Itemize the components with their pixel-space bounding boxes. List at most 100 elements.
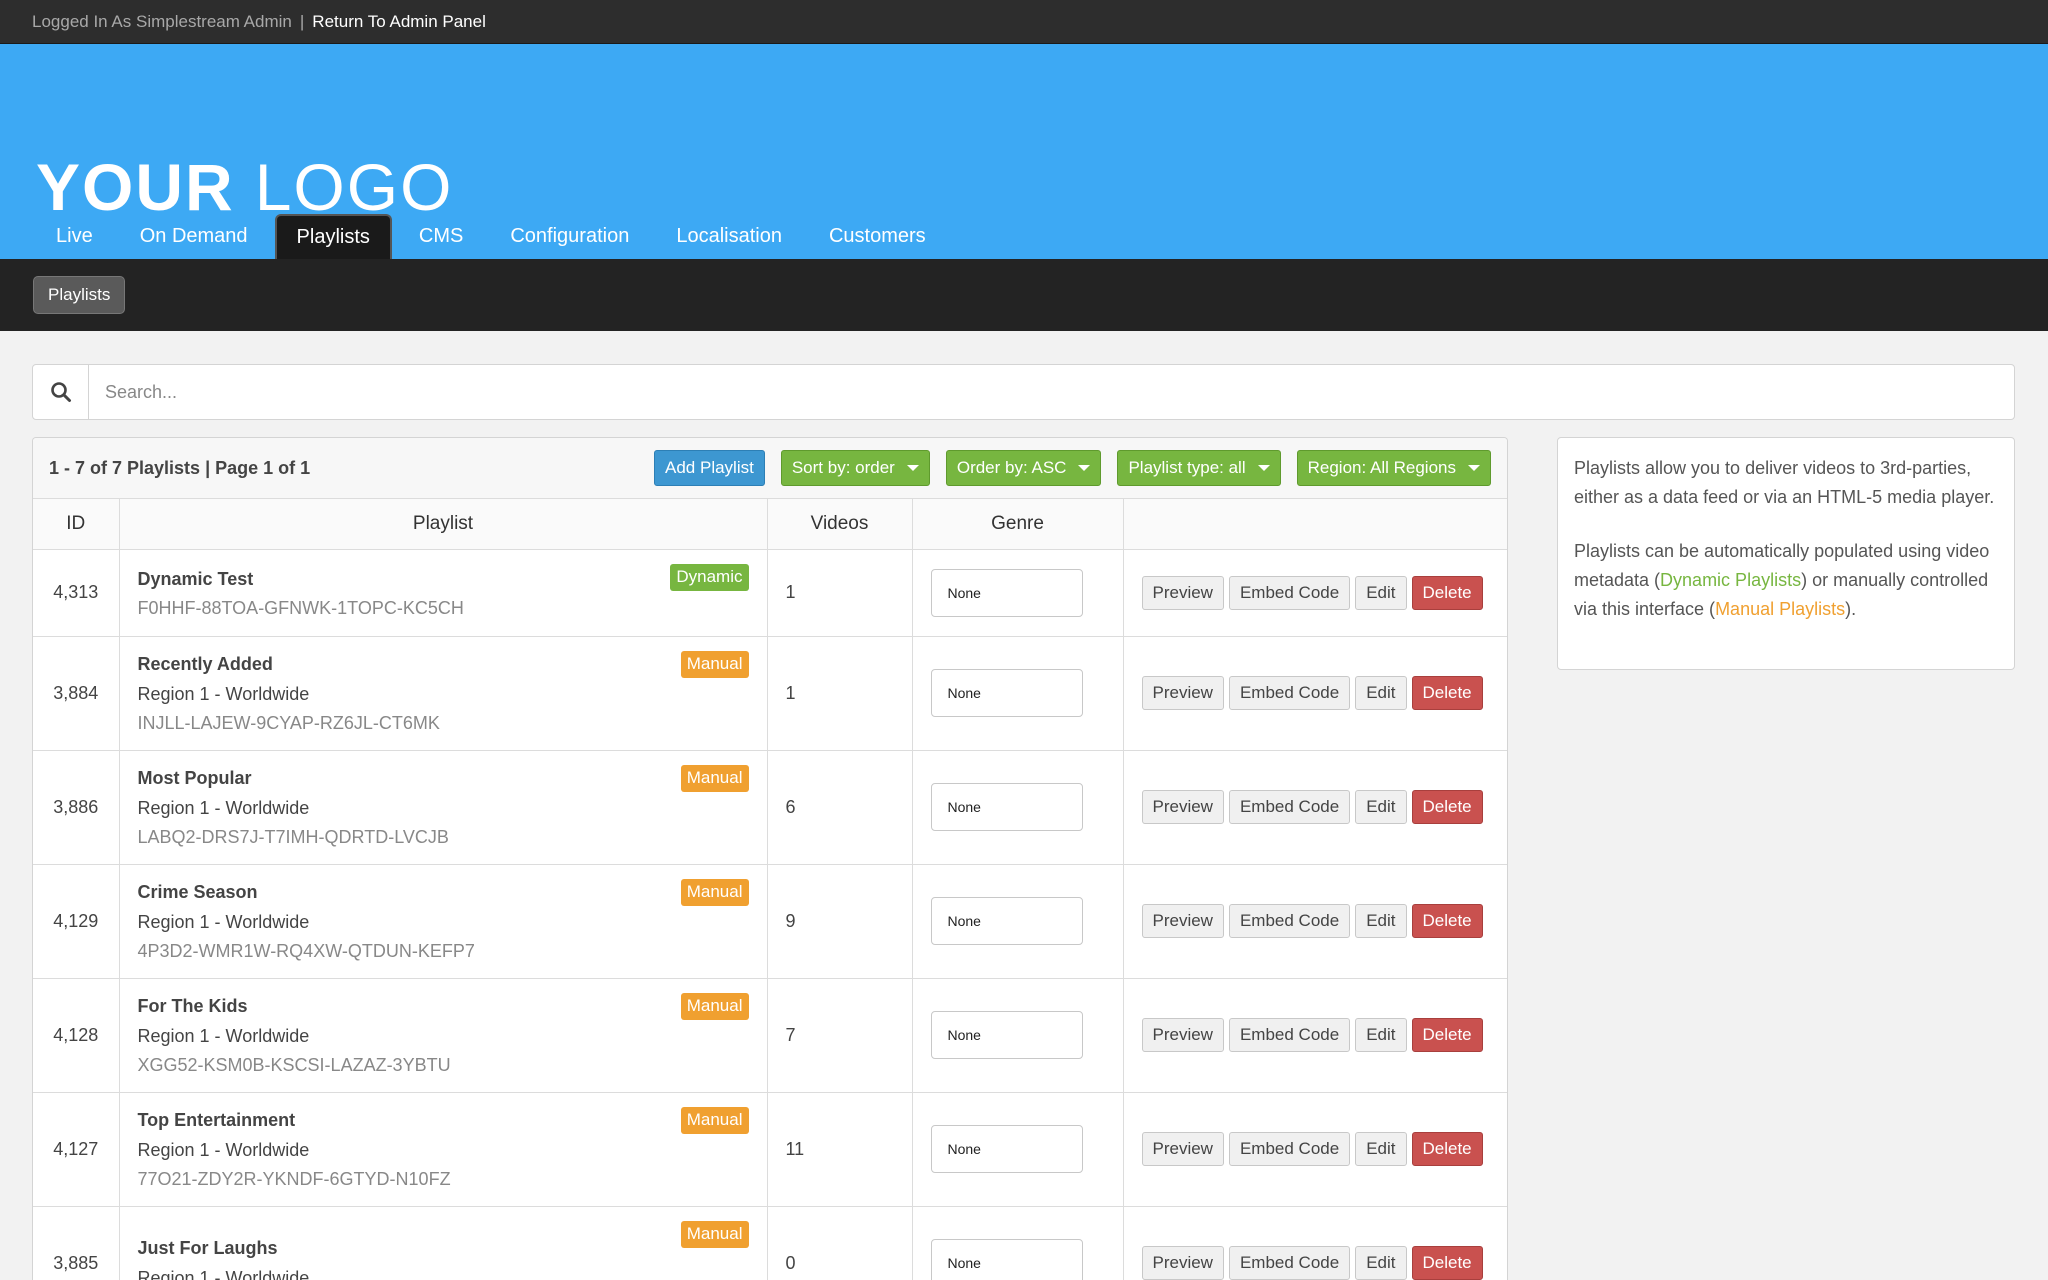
sort-by-dropdown[interactable]: Sort by: order [780,450,930,486]
table-row: 3,885 Just For Laughs Region 1 - Worldwide… [33,1206,1507,1280]
table-row: 4,313 Dynamic Test F0HHF-88TOA-GFNWK-1TOPC… [33,549,1507,637]
genre-select[interactable]: None [930,1239,1083,1280]
info-paragraph-2: Playlists can be automatically populated… [1574,537,1998,624]
preview-button[interactable]: Preview [1141,575,1224,610]
embed-code-button[interactable]: Embed Code [1228,676,1351,710]
edit-button[interactable]: Edit [1355,790,1407,824]
embed-code-button[interactable]: Embed Code [1228,904,1351,938]
embed-code-button[interactable]: Embed Code [1228,1246,1351,1280]
column-header-genre[interactable]: Genre [912,499,1124,550]
genre-select[interactable]: None [930,669,1083,717]
info-text-c: ). [1845,599,1857,619]
dynamic-playlists-link[interactable]: Dynamic Playlists [1660,570,1801,590]
preview-button[interactable]: Preview [1141,1246,1224,1280]
embed-code-button[interactable]: Embed Code [1228,1132,1351,1166]
column-header-id[interactable]: ID [33,499,120,550]
row-playlist: Just For Laughs Region 1 - Worldwide Manua… [119,1206,768,1280]
column-header-videos[interactable]: Videos [767,499,913,550]
search-icon[interactable] [33,365,89,419]
playlist-name[interactable]: Crime Season [138,877,749,907]
caret-down-icon [906,465,919,471]
nav-tab-live[interactable]: Live [36,214,113,259]
nav-tab-customers[interactable]: Customers [809,214,946,259]
genre-select[interactable]: None [930,1011,1083,1059]
table-row: 4,128 For The Kids Region 1 - Worldwide XGG… [33,978,1507,1093]
genre-select[interactable]: None [930,1125,1083,1173]
search-input[interactable] [89,365,2014,419]
delete-button[interactable]: Delete [1411,1132,1483,1166]
playlist-name[interactable]: Just For Laughs [138,1233,749,1263]
region-dropdown[interactable]: Region: All Regions [1296,450,1491,486]
delete-button[interactable]: Delete [1411,1018,1483,1052]
edit-button[interactable]: Edit [1355,1018,1407,1052]
row-genre: None [912,636,1124,751]
playlists-panel: 1 - 7 of 7 Playlists | Page 1 of 1 Add P… [32,437,1508,1280]
column-header-playlist[interactable]: Playlist [119,499,768,550]
row-genre: None [912,1092,1124,1207]
row-id: 4,129 [33,864,120,979]
nav-tab-localisation[interactable]: Localisation [656,214,802,259]
sort-by-label: Sort by: order [791,458,895,477]
nav-tab-configuration[interactable]: Configuration [490,214,649,259]
table-row: 4,129 Crime Season Region 1 - Worldwide 4P3… [33,864,1507,979]
row-playlist: Dynamic Test F0HHF-88TOA-GFNWK-1TOPC-KC5C… [119,549,768,637]
row-videos: 6 [767,750,913,865]
row-videos: 0 [767,1206,913,1280]
row-actions: Preview Embed Code Edit Delete [1123,1206,1507,1280]
row-actions: Preview Embed Code Edit Delete [1123,978,1507,1093]
playlist-region: Region 1 - Worldwide [137,1026,310,1046]
playlist-region: Region 1 - Worldwide [137,1140,310,1160]
playlist-type-dropdown[interactable]: Playlist type: all [1117,450,1281,486]
row-id: 4,313 [33,549,120,637]
embed-code-button[interactable]: Embed Code [1228,575,1351,610]
nav-tab-cms[interactable]: CMS [399,214,483,259]
return-to-admin-link[interactable]: Return To Admin Panel [312,12,486,32]
delete-button[interactable]: Delete [1411,676,1483,710]
playlist-name[interactable]: For The Kids [138,991,749,1021]
playlist-name[interactable]: Recently Added [138,649,749,679]
order-by-dropdown[interactable]: Order by: ASC [945,450,1102,486]
logo-light-text: LOGO [254,150,454,224]
edit-button[interactable]: Edit [1355,1246,1407,1280]
edit-button[interactable]: Edit [1355,904,1407,938]
nav-tab-playlists[interactable]: Playlists [274,214,392,259]
edit-button[interactable]: Edit [1355,676,1407,710]
add-playlist-button[interactable]: Add Playlist [654,450,765,486]
delete-button[interactable]: Delete [1411,790,1483,824]
row-actions: Preview Embed Code Edit Delete [1123,636,1507,751]
genre-select[interactable]: None [930,783,1083,831]
row-videos: 11 [767,1092,913,1207]
subnav-playlists-button[interactable]: Playlists [33,276,126,314]
row-videos: 9 [767,864,913,979]
add-playlist-label: Add Playlist [665,458,754,477]
preview-button[interactable]: Preview [1141,1132,1224,1166]
edit-button[interactable]: Edit [1355,575,1407,610]
logo[interactable]: YOUR LOGO [36,154,453,220]
delete-button[interactable]: Delete [1411,1246,1483,1280]
playlist-name[interactable]: Most Popular [138,763,749,793]
preview-button[interactable]: Preview [1141,904,1224,938]
playlist-type-badge: Manual [680,650,749,678]
embed-code-button[interactable]: Embed Code [1228,1018,1351,1052]
playlist-type-badge: Dynamic [670,563,749,591]
delete-button[interactable]: Delete [1411,575,1483,610]
row-playlist: Most Popular Region 1 - Worldwide LABQ2-DR… [119,750,768,865]
playlist-name[interactable]: Top Entertainment [138,1105,749,1135]
logged-in-text: Logged In As Simplestream Admin [32,11,292,31]
nav-tab-on-demand[interactable]: On Demand [120,214,268,259]
genre-select[interactable]: None [930,897,1083,945]
preview-button[interactable]: Preview [1141,676,1224,710]
caret-down-icon [1078,465,1091,471]
embed-code-button[interactable]: Embed Code [1228,790,1351,824]
table-row: 3,884 Recently Added Region 1 - Worldwide I… [33,636,1507,751]
edit-button[interactable]: Edit [1355,1132,1407,1166]
caret-down-icon [1468,465,1480,471]
playlist-name[interactable]: Dynamic Test [138,564,749,594]
preview-button[interactable]: Preview [1141,790,1224,824]
row-genre: None [912,750,1124,865]
genre-select[interactable]: None [930,568,1083,617]
row-id: 3,886 [33,750,120,865]
manual-playlists-link[interactable]: Manual Playlists [1715,599,1845,619]
delete-button[interactable]: Delete [1411,904,1483,938]
preview-button[interactable]: Preview [1141,1018,1224,1052]
